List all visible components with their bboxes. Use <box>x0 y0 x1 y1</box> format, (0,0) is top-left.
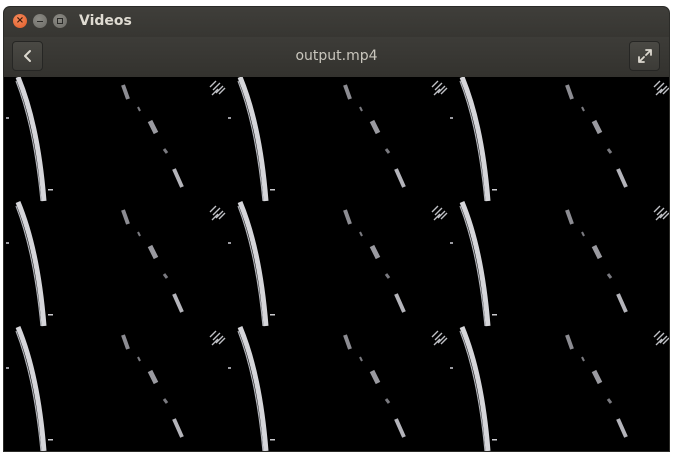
minimize-icon <box>37 20 43 22</box>
video-frame <box>4 77 669 451</box>
fullscreen-icon <box>637 49 652 63</box>
close-icon: × <box>15 15 25 26</box>
maximize-button[interactable] <box>53 14 67 28</box>
app-title: Videos <box>79 13 132 29</box>
maximize-icon <box>57 18 63 24</box>
videos-window: × Videos output.mp4 <box>4 7 669 451</box>
minimize-button[interactable] <box>33 14 47 28</box>
file-title: output.mp4 <box>295 48 378 64</box>
close-button[interactable]: × <box>13 14 27 28</box>
title-bar[interactable]: × Videos <box>4 7 669 37</box>
video-area[interactable] <box>4 77 669 451</box>
lane-tiles <box>6 77 669 451</box>
fullscreen-button[interactable] <box>629 41 660 71</box>
header-bar: output.mp4 <box>4 37 669 78</box>
